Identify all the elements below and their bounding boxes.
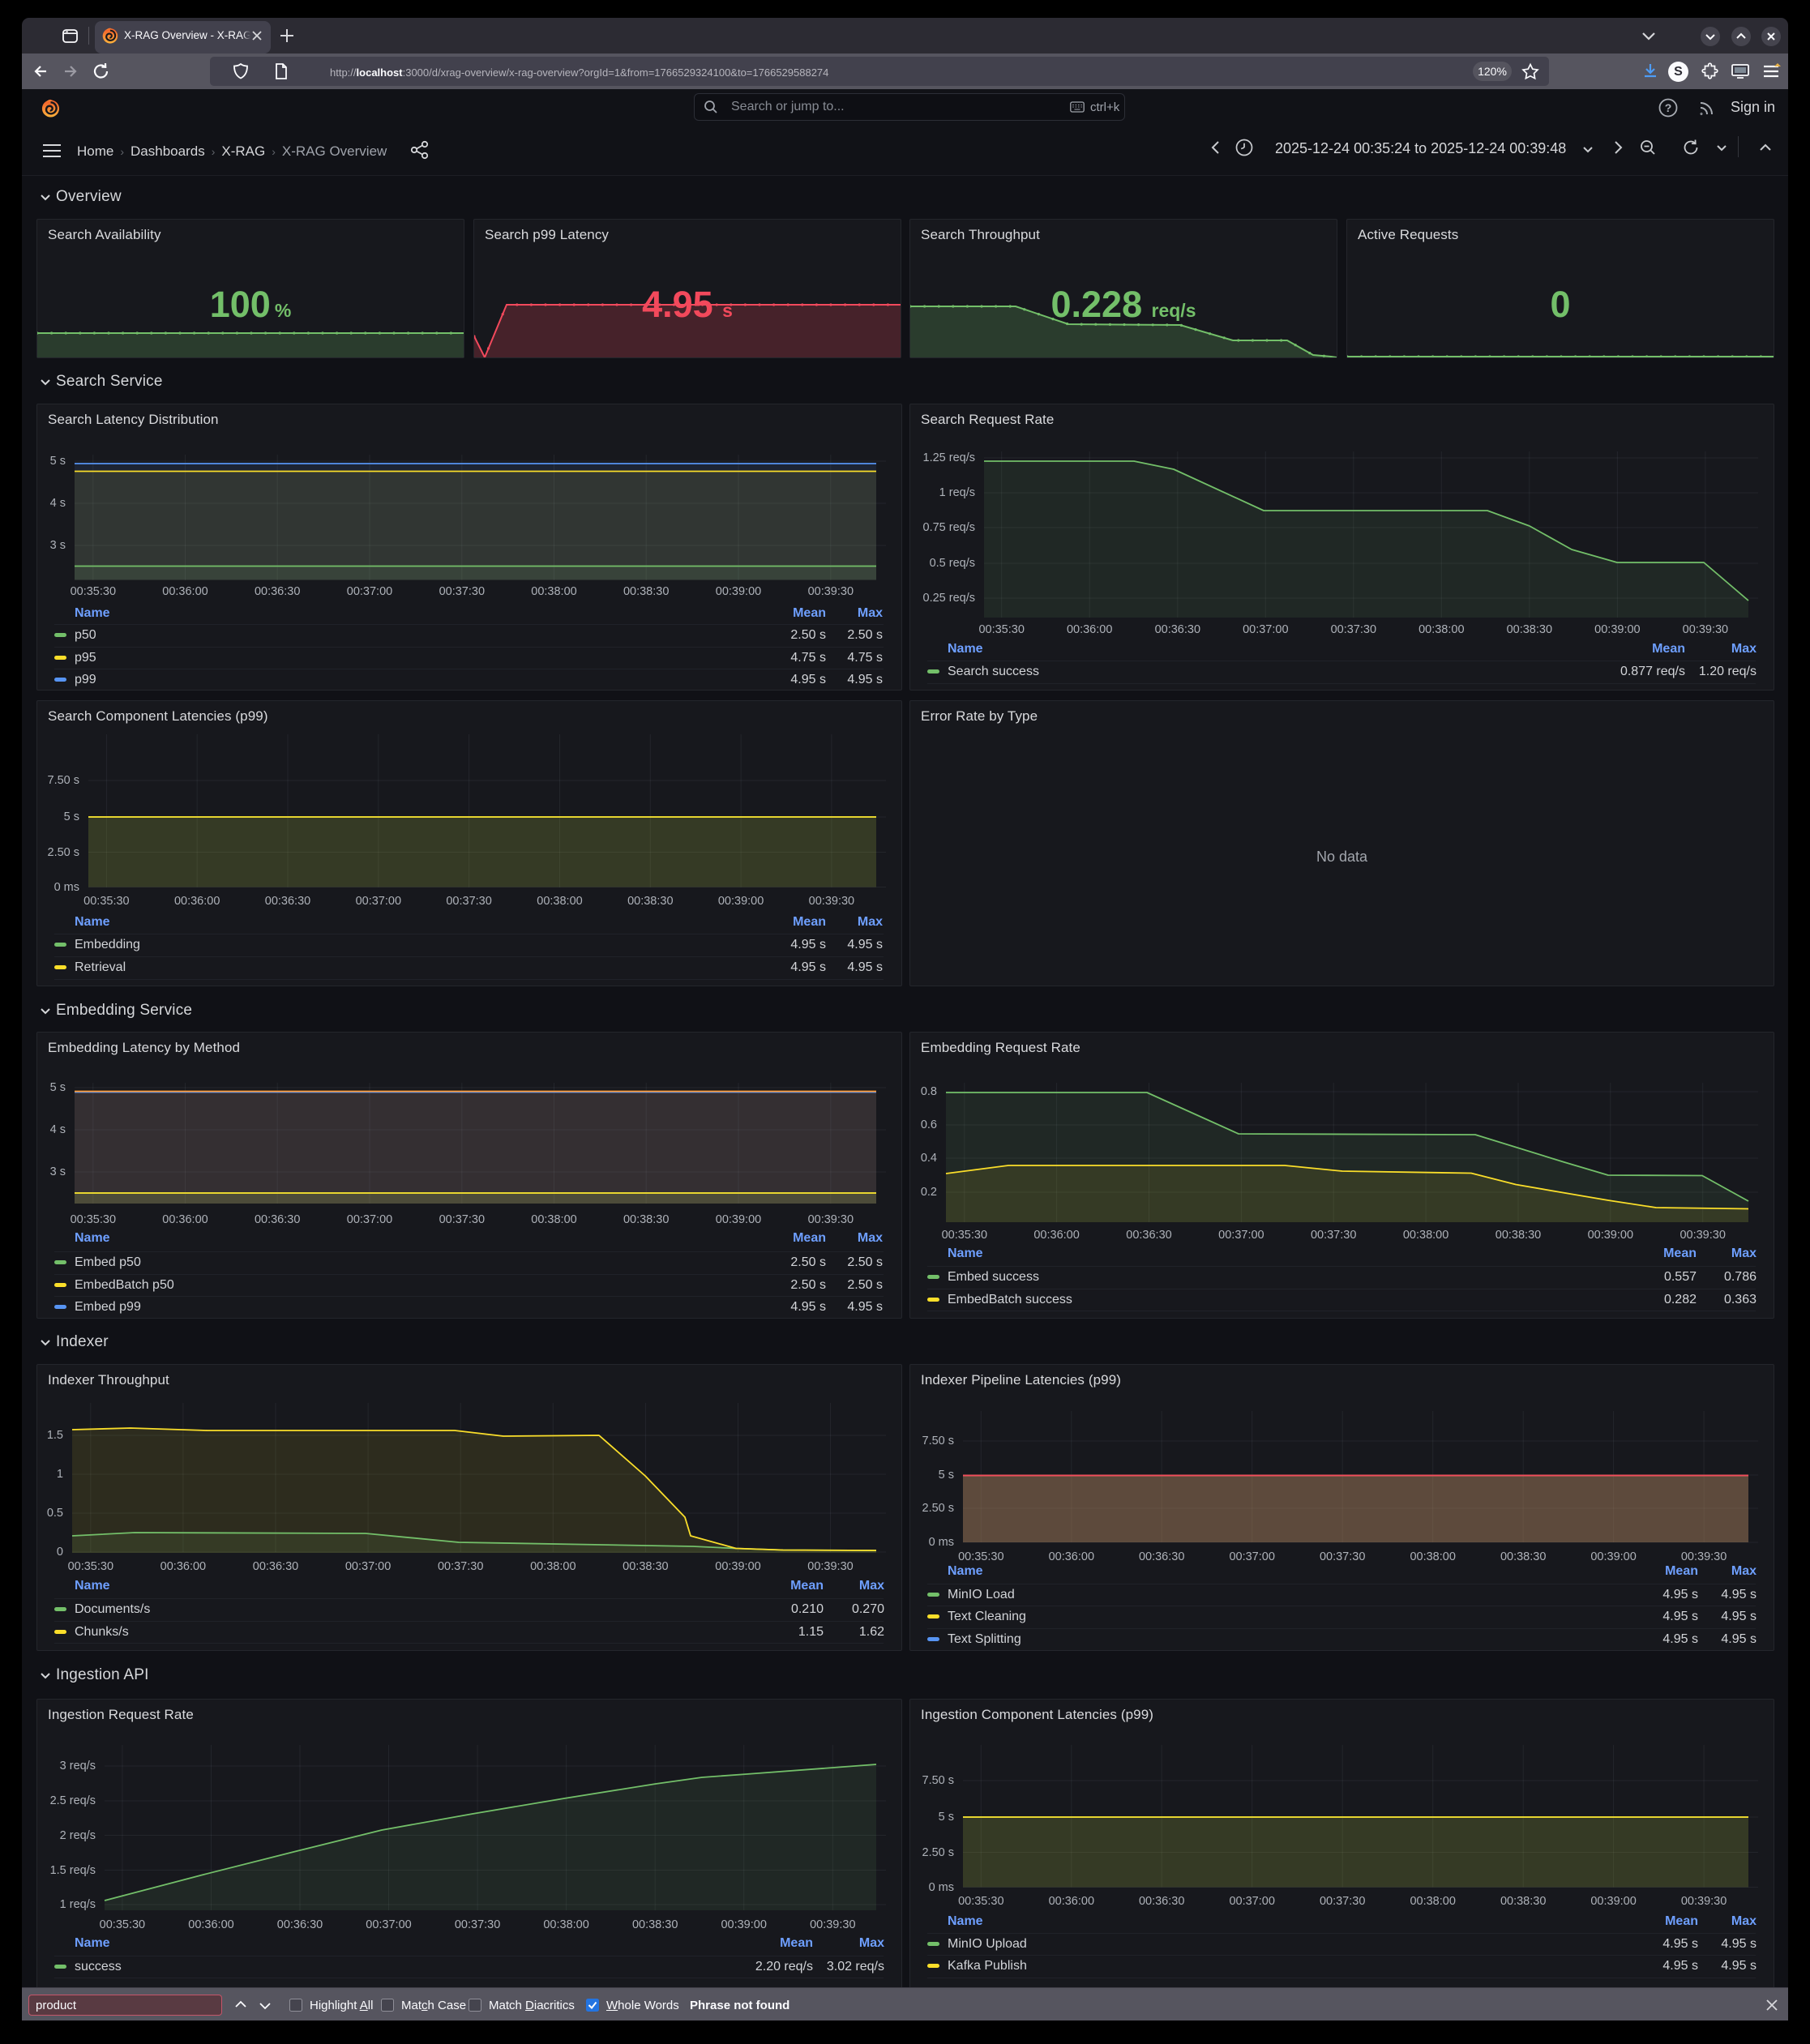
svg-text:?: ? [1665,101,1672,114]
